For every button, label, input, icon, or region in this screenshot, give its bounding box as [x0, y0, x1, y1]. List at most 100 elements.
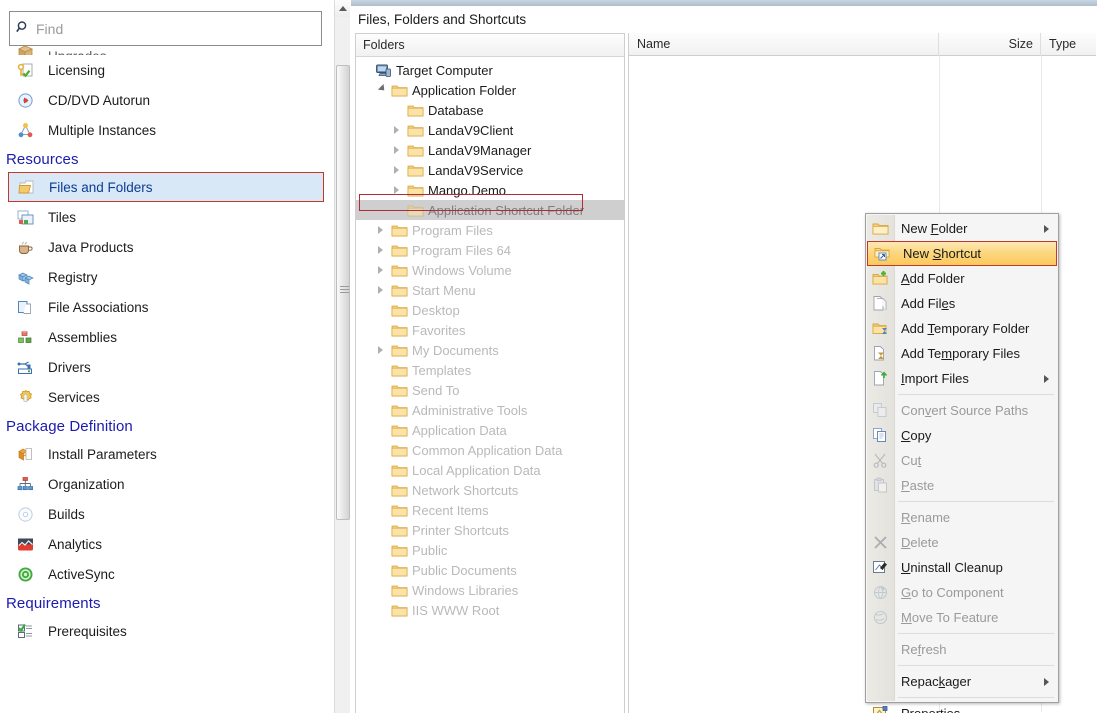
tree-node-network-shortcuts[interactable]: Network Shortcuts — [356, 480, 624, 500]
folder-icon — [390, 422, 408, 439]
sidebar-item-files-and-folders[interactable]: Files and Folders — [8, 172, 324, 202]
tree-node-desktop[interactable]: Desktop — [356, 300, 624, 320]
tree-expander-closed-icon[interactable] — [390, 186, 406, 194]
scroll-up-arrow-icon[interactable] — [335, 0, 350, 17]
tree-node-common-application-data[interactable]: Common Application Data — [356, 440, 624, 460]
tree-node-database[interactable]: Database — [356, 100, 624, 120]
context-menu-items: New Folder New Shortcut Add Folder Add File… — [866, 214, 1058, 713]
folder-icon — [390, 82, 408, 99]
tree-node-program-files[interactable]: Program Files — [356, 220, 624, 240]
tree-node-windows-libraries[interactable]: Windows Libraries — [356, 580, 624, 600]
menu-item-repackager[interactable]: Repackager — [866, 669, 1058, 694]
column-header-size[interactable]: Size — [939, 32, 1041, 56]
menu-item-add-folder[interactable]: Add Folder — [866, 266, 1058, 291]
sidebar-item-file-associations[interactable]: File Associations — [0, 292, 334, 322]
tree-expander-closed-icon[interactable] — [374, 266, 390, 274]
tree-node-target-computer[interactable]: Target Computer — [356, 60, 624, 80]
sidebar-item-drivers[interactable]: Drivers — [0, 352, 334, 382]
menu-separator — [866, 662, 1058, 669]
tree-node-mango-demo[interactable]: Mango.Demo — [356, 180, 624, 200]
tree-expander-closed-icon[interactable] — [374, 226, 390, 234]
sidebar-item-cd-dvd-autorun[interactable]: CD/DVD Autorun — [0, 85, 334, 115]
menu-item-delete: Delete — [866, 530, 1058, 555]
sidebar-item-multiple-instances[interactable]: Multiple Instances — [0, 115, 334, 145]
sidebar-item-organization[interactable]: Organization — [0, 469, 334, 499]
tree-node-application-shortcut-folder[interactable]: Application Shortcut Folder — [356, 200, 624, 220]
sidebar-item-services[interactable]: Services — [0, 382, 334, 412]
tree-node-my-documents[interactable]: My Documents — [356, 340, 624, 360]
tree-node-label: Database — [428, 102, 484, 118]
menu-item-add-files[interactable]: Add Files — [866, 291, 1058, 316]
files-list-header: Name Size Type — [629, 32, 1096, 56]
folder-icon — [390, 462, 408, 479]
sidebar-item-registry[interactable]: Registry — [0, 262, 334, 292]
tree-node-windows-volume[interactable]: Windows Volume — [356, 260, 624, 280]
menu-item-copy[interactable]: Copy — [866, 423, 1058, 448]
sidebar-item-analytics[interactable]: Analytics — [0, 529, 334, 559]
folder-icon — [390, 482, 408, 499]
tree-expander-closed-icon[interactable] — [390, 166, 406, 174]
tree-node-local-application-data[interactable]: Local Application Data — [356, 460, 624, 480]
tree-node-label: Public — [412, 542, 448, 558]
menu-item-properties[interactable]: Properties — [866, 701, 1058, 713]
folders-tree[interactable]: Target Computer Application Folder Databas… — [356, 57, 624, 620]
tree-node-start-menu[interactable]: Start Menu — [356, 280, 624, 300]
menu-item-new-folder[interactable]: New Folder — [866, 216, 1058, 241]
tree-node-public[interactable]: Public — [356, 540, 624, 560]
sidebar-item-licensing[interactable]: Licensing — [0, 55, 334, 85]
tree-node-send-to[interactable]: Send To — [356, 380, 624, 400]
column-header-type[interactable]: Type — [1041, 33, 1096, 56]
tree-node-label: Public Documents — [412, 562, 517, 578]
new-folder-icon — [866, 220, 894, 237]
search-input[interactable] — [36, 20, 321, 37]
sidebar-scroll-thumb[interactable] — [336, 65, 350, 520]
menu-item-add-temporary-files[interactable]: Add Temporary Files — [866, 341, 1058, 366]
tree-node-printer-shortcuts[interactable]: Printer Shortcuts — [356, 520, 624, 540]
sidebar-scrollbar[interactable] — [334, 0, 350, 713]
tree-node-label: LandaV9Manager — [428, 142, 532, 158]
sidebar-item-builds[interactable]: Builds — [0, 499, 334, 529]
sidebar-item-java-products[interactable]: Java Products — [0, 232, 334, 262]
sidebar-item-upgrades[interactable]: Upgrades — [0, 39, 334, 55]
menu-item-add-temporary-folder[interactable]: Add Temporary Folder — [866, 316, 1058, 341]
tree-expander-closed-icon[interactable] — [374, 286, 390, 294]
tree-node-application-data[interactable]: Application Data — [356, 420, 624, 440]
tree-node-application-folder[interactable]: Application Folder — [356, 80, 624, 100]
folder-icon — [390, 382, 408, 399]
copy-icon — [866, 427, 894, 444]
tree-node-administrative-tools[interactable]: Administrative Tools — [356, 400, 624, 420]
tree-node-landav9service[interactable]: LandaV9Service — [356, 160, 624, 180]
sidebar-item-install-parameters[interactable]: Install Parameters — [0, 439, 334, 469]
sidebar-item-activesync[interactable]: ActiveSync — [0, 559, 334, 589]
column-header-name[interactable]: Name — [629, 32, 939, 56]
tree-expander-closed-icon[interactable] — [390, 126, 406, 134]
tree-expander-closed-icon[interactable] — [374, 346, 390, 354]
tree-expander-open-icon[interactable] — [374, 86, 390, 94]
tree-node-templates[interactable]: Templates — [356, 360, 624, 380]
folder-icon — [390, 442, 408, 459]
menu-item-label: Import Files — [901, 371, 969, 386]
tree-node-program-files-64[interactable]: Program Files 64 — [356, 240, 624, 260]
menu-item-label: Properties — [894, 706, 960, 713]
tree-node-iis-www-root[interactable]: IIS WWW Root — [356, 600, 624, 620]
tree-node-landav9client[interactable]: LandaV9Client — [356, 120, 624, 140]
tree-node-label: Program Files — [412, 222, 493, 238]
tree-node-label: Application Shortcut Folder — [428, 202, 585, 218]
sidebar-item-prerequisites[interactable]: Prerequisites — [0, 616, 334, 646]
sidebar-group-title: Resources — [6, 151, 79, 168]
sidebar-item-label: CD/DVD Autorun — [48, 92, 151, 108]
menu-item-label: Cut — [901, 453, 922, 468]
menu-item-new-shortcut[interactable]: New Shortcut — [867, 241, 1057, 266]
context-menu[interactable]: New Folder New Shortcut Add Folder Add File… — [865, 213, 1059, 713]
tree-node-favorites[interactable]: Favorites — [356, 320, 624, 340]
tree-node-recent-items[interactable]: Recent Items — [356, 500, 624, 520]
sidebar-item-tiles[interactable]: Tiles — [0, 202, 334, 232]
menu-item-uninstall-cleanup[interactable]: Uninstall Cleanup — [866, 555, 1058, 580]
sidebar-item-assemblies[interactable]: Assemblies — [0, 322, 334, 352]
tree-node-landav9manager[interactable]: LandaV9Manager — [356, 140, 624, 160]
menu-item-label: Go to Component — [901, 585, 1004, 600]
menu-item-import-files[interactable]: Import Files — [866, 366, 1058, 391]
tree-expander-closed-icon[interactable] — [390, 146, 406, 154]
tree-node-public-documents[interactable]: Public Documents — [356, 560, 624, 580]
tree-expander-closed-icon[interactable] — [374, 246, 390, 254]
